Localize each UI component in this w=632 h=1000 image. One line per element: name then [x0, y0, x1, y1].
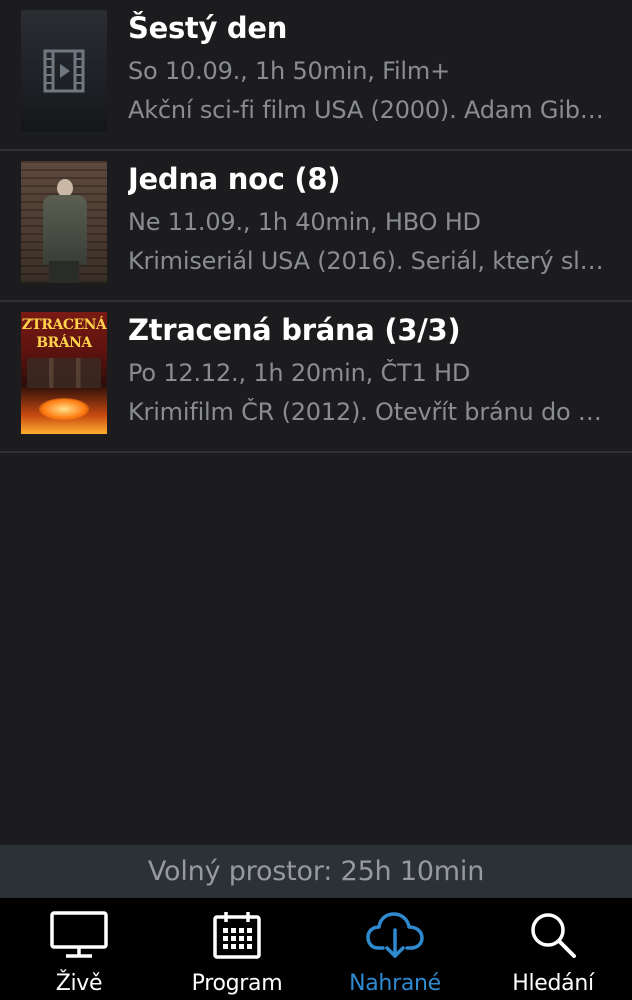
- recording-item[interactable]: ZTRACENÁ BRÁNA Ztracená brána (3/3) Po 1…: [0, 302, 632, 453]
- poster-title: ZTRACENÁ BRÁNA: [21, 317, 107, 351]
- recording-meta: Ne 11.09., 1h 40min, HBO HD: [128, 208, 481, 236]
- tab-label: Hledání: [512, 971, 594, 996]
- tab-live[interactable]: Živě: [0, 898, 158, 1000]
- recording-description: Krimifilm ČR (2012). Otevřít bránu do mi…: [128, 398, 614, 426]
- free-space-bar: Volný prostor: 25h 10min: [0, 845, 632, 898]
- tab-label: Živě: [55, 971, 103, 996]
- recording-description: Krimiseriál USA (2016). Seriál, který sl…: [128, 247, 614, 275]
- recording-thumbnail: ZTRACENÁ BRÁNA: [21, 312, 107, 434]
- recordings-screen: Šestý den So 10.09., 1h 50min, Film+ Akč…: [0, 0, 632, 1000]
- recordings-list: Šestý den So 10.09., 1h 50min, Film+ Akč…: [0, 0, 632, 453]
- recording-description: Akční sci-fi film USA (2000). Adam Gibso…: [128, 96, 614, 124]
- cloud-download-icon: [365, 910, 425, 960]
- free-space-label: Volný prostor: 25h 10min: [147, 856, 485, 887]
- tab-bar: Živě Program Nahrané Hledání: [0, 898, 632, 1000]
- recording-thumbnail: [21, 161, 107, 283]
- tab-label: Nahrané: [349, 971, 441, 996]
- recording-item[interactable]: Šestý den So 10.09., 1h 50min, Film+ Akč…: [0, 0, 632, 151]
- recording-title: Šestý den: [128, 11, 288, 45]
- film-placeholder-icon: [21, 10, 107, 132]
- tab-recorded[interactable]: Nahrané: [316, 898, 474, 1000]
- calendar-icon: [207, 910, 267, 960]
- tab-program[interactable]: Program: [158, 898, 316, 1000]
- search-icon: [523, 910, 583, 960]
- tab-label: Program: [191, 971, 283, 996]
- tv-monitor-icon: [49, 910, 109, 960]
- tab-search[interactable]: Hledání: [474, 898, 632, 1000]
- recording-meta: So 10.09., 1h 50min, Film+: [128, 57, 450, 85]
- recording-item[interactable]: Jedna noc (8) Ne 11.09., 1h 40min, HBO H…: [0, 151, 632, 302]
- recording-title: Jedna noc (8): [128, 162, 341, 196]
- recording-meta: Po 12.12., 1h 20min, ČT1 HD: [128, 359, 471, 387]
- recording-title: Ztracená brána (3/3): [128, 313, 461, 347]
